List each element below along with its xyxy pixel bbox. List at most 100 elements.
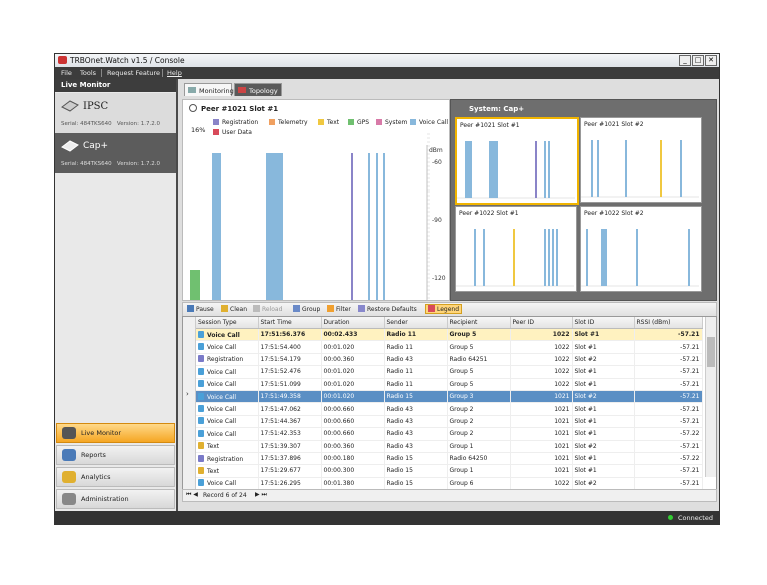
menu-help[interactable]: Help: [167, 69, 182, 77]
column-header[interactable]: Session Type: [196, 317, 259, 329]
system-item-cap-plus[interactable]: Cap+ Serial: 484TKS640 Version: 1.7.2.0: [55, 133, 176, 173]
column-header[interactable]: Slot ID: [572, 317, 635, 329]
table-cell: -57.22: [634, 427, 703, 441]
peer-thumbnail-1022-1[interactable]: Peer #1022 Slot #1: [455, 206, 577, 292]
table-cell: 17:51:39.307: [258, 440, 322, 453]
administration-icon: [62, 493, 76, 505]
table-cell: Radio 15: [384, 464, 448, 478]
mini-chart-bar: [591, 140, 593, 197]
table-cell: Voice Call: [196, 328, 259, 342]
table-row[interactable]: Registration 17:51:54.179 00:00.360 Radio 4…: [196, 353, 703, 367]
column-header[interactable]: Peer ID: [510, 317, 573, 329]
chart-bar: [212, 153, 221, 300]
legend-button[interactable]: Legend: [425, 304, 463, 314]
tab-topology[interactable]: Topology: [234, 83, 282, 96]
peer-thumbnail-1022-2[interactable]: Peer #1022 Slot #2: [580, 206, 702, 292]
table-cell: Group 2: [447, 402, 511, 416]
table-cell: 1022: [510, 353, 573, 367]
table-cell: Slot #1: [572, 427, 635, 441]
column-header[interactable]: Duration: [321, 317, 385, 329]
nav-label: Live Monitor: [81, 429, 122, 437]
table-cell: Radio 43: [384, 353, 448, 367]
analytics-icon: [62, 471, 76, 483]
table-row[interactable]: Registration 17:51:37.896 00:00.180 Radio 1…: [196, 452, 703, 466]
nav-administration[interactable]: Administration: [56, 489, 175, 509]
table-row[interactable]: Voice Call 17:51:54.400 00:01.020 Radio 11 G…: [196, 340, 703, 354]
table-row[interactable]: Voice Call 17:51:26.295 00:01.380 Radio 15 G…: [196, 477, 703, 489]
table-row[interactable]: Voice Call 17:51:44.367 00:00.660 Radio 43 G…: [196, 415, 703, 429]
table-cell: Radio 11: [384, 340, 448, 354]
sidebar-header: Live Monitor: [55, 79, 176, 92]
column-header[interactable]: Sender: [384, 317, 448, 329]
current-row-indicator-icon: ›: [186, 390, 189, 398]
table-row[interactable]: Text 17:51:29.677 00:00.300 Radio 15 Group 1…: [196, 464, 703, 478]
peer-thumbnail-1021-2[interactable]: Peer #1021 Slot #2: [580, 117, 702, 203]
nav-first-prev-buttons[interactable]: ⏮ ◀: [186, 491, 198, 499]
table-row[interactable]: Voice Call 17:51:56.376 00:02.433 Radio 11 G…: [196, 328, 703, 342]
system-item-ipsc[interactable]: IPSC Serial: 484TKS640 Version: 1.7.2.0: [55, 93, 176, 133]
nav-next-last-buttons[interactable]: ▶ ⏭: [255, 491, 267, 499]
table-cell: Slot #1: [572, 378, 635, 391]
reports-icon: [62, 449, 76, 461]
minimize-button[interactable]: _: [679, 55, 691, 66]
table-cell: Voice Call: [196, 390, 259, 404]
mini-chart-bar: [552, 229, 554, 286]
table-row[interactable]: Text 17:51:39.307 00:00.360 Radio 43 Group 1…: [196, 440, 703, 453]
table-cell: 00:01.020: [321, 390, 385, 404]
menu-tools[interactable]: Tools: [80, 69, 96, 77]
table-cell: Radio 15: [384, 452, 448, 466]
y-tick-label: -60: [432, 159, 442, 166]
close-button[interactable]: ✕: [705, 55, 717, 66]
table-cell: -57.21: [634, 477, 703, 489]
vertical-scrollbar[interactable]: [705, 317, 716, 477]
table-cell: Slot #1: [572, 464, 635, 478]
system-serial: Serial: 484TKS640 Version: 1.7.2.0: [61, 121, 160, 127]
group-button[interactable]: Group: [293, 305, 320, 313]
connection-status-icon: [668, 515, 673, 520]
menu-file[interactable]: File: [61, 69, 72, 77]
table-row[interactable]: Voice Call 17:51:49.358 00:01.020 Radio 15 G…: [196, 390, 703, 404]
nav-reports[interactable]: Reports: [56, 445, 175, 465]
menu-request-feature[interactable]: Request Feature: [107, 69, 160, 77]
mini-chart-bar: [465, 141, 472, 198]
mini-chart-bar: [586, 229, 588, 286]
pause-button[interactable]: Pause: [187, 305, 214, 313]
row-indicator: ›: [183, 317, 196, 489]
session-type-icon: [198, 417, 204, 425]
nav-analytics[interactable]: Analytics: [56, 467, 175, 487]
table-cell: 1021: [510, 464, 573, 478]
session-type-icon: [198, 454, 204, 462]
table-row[interactable]: Voice Call 17:51:51.099 00:01.020 Radio 11 G…: [196, 378, 703, 391]
maximize-button[interactable]: □: [692, 55, 704, 66]
radio-system-icon: [61, 100, 79, 112]
clean-button[interactable]: Clean: [221, 305, 247, 313]
table-row[interactable]: Voice Call 17:51:47.062 00:00.660 Radio 43 G…: [196, 402, 703, 416]
table-cell: 00:01.380: [321, 477, 385, 489]
table-row[interactable]: Voice Call 17:51:52.476 00:01.020 Radio 11 G…: [196, 365, 703, 379]
session-type-icon: [198, 479, 204, 487]
record-counter: Record 6 of 24: [203, 492, 247, 499]
reload-button[interactable]: Reload: [253, 305, 282, 313]
mini-chart-bar: [556, 229, 558, 286]
table-cell: 1021: [510, 402, 573, 416]
session-type-icon: [198, 355, 204, 363]
nav-live-monitor[interactable]: Live Monitor: [56, 423, 175, 443]
column-header[interactable]: Start Time: [258, 317, 322, 329]
table-cell: Voice Call: [196, 402, 259, 416]
live-monitor-icon: [62, 427, 76, 439]
table-cell: Slot #2: [572, 390, 635, 404]
y-tick-label: -120: [432, 275, 446, 282]
column-header[interactable]: RSSI (dBm): [634, 317, 703, 329]
table-row[interactable]: Voice Call 17:51:42.353 00:00.660 Radio 43 G…: [196, 427, 703, 441]
peer-thumbnail-1021-1[interactable]: Peer #1021 Slot #1: [455, 117, 579, 205]
restore-defaults-button[interactable]: Restore Defaults: [358, 305, 417, 313]
table-cell: Group 5: [447, 378, 511, 391]
table-cell: 1022: [510, 477, 573, 489]
table-cell: 1021: [510, 440, 573, 453]
filter-button[interactable]: Filter: [327, 305, 351, 313]
chart-bar: [266, 153, 283, 300]
column-header[interactable]: Recipient: [447, 317, 511, 329]
tab-monitoring[interactable]: Monitoring: [184, 83, 234, 96]
session-type-icon: [198, 392, 204, 400]
table-cell: Group 2: [447, 415, 511, 429]
